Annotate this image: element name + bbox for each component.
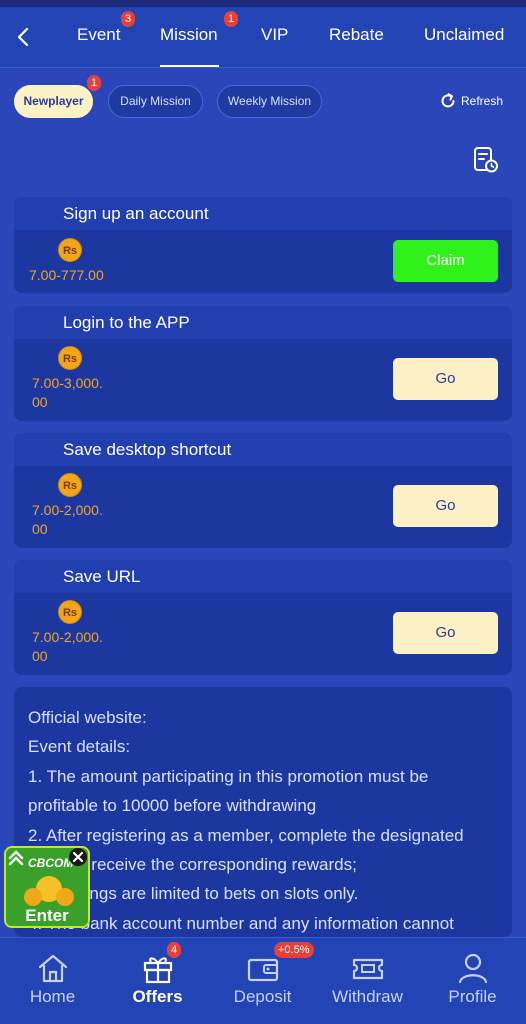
profile-icon bbox=[458, 953, 488, 984]
mission-amount: 7.00-3,000. bbox=[32, 375, 103, 391]
record-icon[interactable] bbox=[473, 146, 499, 174]
tab-unclaimed[interactable]: Unclaimed bbox=[424, 25, 504, 45]
mission-title: Sign up an account bbox=[14, 197, 512, 230]
claim-button[interactable]: Claim bbox=[393, 240, 498, 282]
rupee-coin-icon: Rs bbox=[58, 600, 82, 624]
refresh-label: Refresh bbox=[461, 94, 504, 108]
details-line: tasks to receive the corresponding rewar… bbox=[28, 855, 357, 875]
refresh-button[interactable]: Refresh bbox=[438, 90, 503, 112]
nav-home-label: Home bbox=[29, 987, 76, 1006]
details-line: profitable to 10000 before withdrawing bbox=[28, 796, 317, 816]
promo-floater[interactable]: CBCOM Enter bbox=[4, 846, 90, 928]
mission-amount-cont: 00 bbox=[32, 648, 48, 664]
nav-profile-label: Profile bbox=[448, 987, 497, 1006]
tab-event-badge: 3 bbox=[121, 11, 136, 27]
top-nav: Event 3 Mission 1 VIP Rebate Unclaimed bbox=[0, 7, 526, 68]
promo-brand: CBCOM bbox=[28, 856, 74, 870]
tab-vip[interactable]: VIP bbox=[261, 25, 288, 45]
tab-mission[interactable]: Mission bbox=[160, 25, 218, 45]
nav-deposit[interactable]: +0.5% Deposit bbox=[210, 938, 315, 1024]
mission-card: Save desktop shortcut Rs 7.00-2,000. 00 … bbox=[14, 433, 512, 548]
nav-home[interactable]: Home bbox=[0, 938, 105, 1024]
enter-label[interactable]: Enter bbox=[6, 906, 88, 926]
details-line: 1. The amount participating in this prom… bbox=[28, 766, 429, 786]
chevron-left-icon[interactable] bbox=[10, 23, 38, 51]
details-line: 4. The bank account number and any infor… bbox=[28, 913, 454, 933]
bottom-nav: Home 4 Offers +0.5% Deposit Withdraw Pro… bbox=[0, 937, 526, 1024]
mission-title: Save desktop shortcut bbox=[14, 433, 512, 466]
coin-pile-icon bbox=[24, 888, 42, 906]
nav-offers-badge: 4 bbox=[167, 942, 182, 958]
details-line: 3. Winnings are limited to bets on slots… bbox=[28, 884, 359, 904]
nav-offers[interactable]: 4 Offers bbox=[105, 938, 210, 1024]
details-line: 2. After registering as a member, comple… bbox=[28, 825, 464, 845]
pill-newplayer-badge: 1 bbox=[87, 75, 102, 91]
mission-title: Login to the APP bbox=[14, 306, 512, 339]
home-icon bbox=[38, 954, 68, 983]
mission-amount: 7.00-2,000. bbox=[32, 502, 103, 518]
mission-amount-cont: 00 bbox=[32, 521, 48, 537]
mission-card: Login to the APP Rs 7.00-3,000. 00 Go bbox=[14, 306, 512, 421]
wallet-icon bbox=[247, 958, 279, 982]
coin-pile-icon bbox=[56, 888, 74, 906]
go-button[interactable]: Go bbox=[393, 612, 498, 654]
nav-offers-label: Offers bbox=[132, 987, 183, 1006]
mission-amount: 7.00-2,000. bbox=[32, 629, 103, 645]
nav-withdraw[interactable]: Withdraw bbox=[315, 938, 420, 1024]
tab-event[interactable]: Event bbox=[77, 25, 120, 45]
ticket-icon bbox=[352, 958, 384, 980]
pill-daily-mission[interactable]: Daily Mission bbox=[108, 85, 203, 118]
tab-mission-badge: 1 bbox=[224, 11, 239, 27]
mission-title: Save URL bbox=[14, 560, 512, 593]
rupee-coin-icon: Rs bbox=[58, 238, 82, 262]
pill-newplayer[interactable]: Newplayer bbox=[14, 85, 93, 118]
go-button[interactable]: Go bbox=[393, 485, 498, 527]
nav-withdraw-label: Withdraw bbox=[332, 987, 403, 1006]
pill-weekly-mission[interactable]: Weekly Mission bbox=[217, 85, 322, 118]
tab-rebate[interactable]: Rebate bbox=[329, 25, 384, 45]
details-line: Event details: bbox=[28, 737, 131, 757]
nav-deposit-label: Deposit bbox=[233, 987, 292, 1006]
mission-amount-cont: 00 bbox=[32, 394, 48, 410]
mission-card: Save URL Rs 7.00-2,000. 00 Go bbox=[14, 560, 512, 675]
mission-amount: 7.00-777.00 bbox=[29, 267, 104, 283]
status-bar bbox=[0, 0, 526, 7]
details-line: Official website: bbox=[28, 708, 147, 727]
active-tab-indicator bbox=[160, 65, 219, 67]
go-button[interactable]: Go bbox=[393, 358, 498, 400]
rupee-coin-icon: Rs bbox=[58, 473, 82, 497]
nav-deposit-badge: +0.5% bbox=[274, 942, 314, 958]
refresh-icon bbox=[441, 93, 455, 108]
chevron-up-double-icon bbox=[8, 850, 24, 866]
nav-profile[interactable]: Profile bbox=[420, 938, 525, 1024]
mission-card: Sign up an account Rs 7.00-777.00 Claim bbox=[14, 197, 512, 293]
close-icon[interactable] bbox=[68, 847, 88, 867]
rupee-coin-icon: Rs bbox=[58, 346, 82, 370]
